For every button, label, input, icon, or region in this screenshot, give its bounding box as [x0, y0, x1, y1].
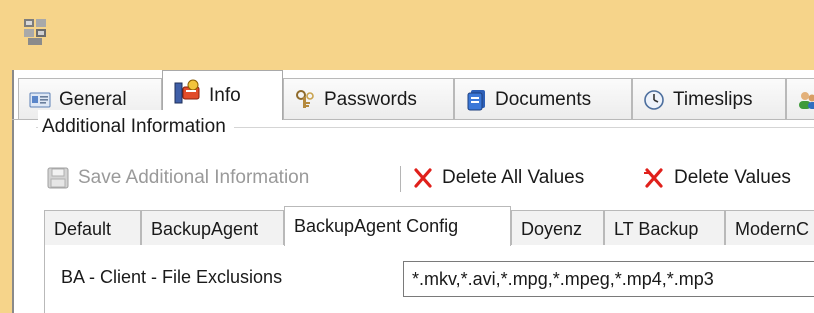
- tab-general-label: General: [59, 88, 127, 110]
- subtab-lt-backup-label: LT Backup: [614, 219, 699, 239]
- delete-values-label: Delete Values: [674, 167, 791, 188]
- sub-tab-strip: Default BackupAgent BackupAgent Config D…: [44, 206, 814, 246]
- save-icon: [47, 167, 69, 189]
- tab-contacts[interactable]: [786, 78, 814, 120]
- tab-documents-label: Documents: [495, 88, 592, 110]
- subtab-modernc[interactable]: ModernC: [725, 210, 814, 246]
- delete-all-values-button[interactable]: Delete All Values: [412, 158, 584, 198]
- subtab-backupagent[interactable]: BackupAgent: [141, 210, 284, 246]
- toolbar: Save Additional Information Delete All V…: [36, 158, 814, 198]
- subtab-lt-backup[interactable]: LT Backup: [604, 210, 725, 246]
- users-icon: [799, 91, 814, 109]
- tab-timeslips[interactable]: Timeslips: [632, 78, 786, 120]
- subtab-doyenz-label: Doyenz: [521, 219, 583, 239]
- save-button-label: Save Additional Information: [78, 167, 310, 188]
- general-card-icon: [29, 92, 51, 107]
- tab-passwords[interactable]: Passwords: [283, 78, 454, 120]
- subtab-doyenz[interactable]: Doyenz: [511, 210, 604, 246]
- delete-all-values-label: Delete All Values: [442, 167, 585, 188]
- window-edge: [0, 70, 12, 313]
- subtab-default-label: Default: [54, 219, 112, 239]
- tab-timeslips-label: Timeslips: [673, 88, 753, 110]
- title-bar: [0, 0, 814, 70]
- group-title: Additional Information: [38, 110, 234, 144]
- info-icon: [174, 79, 200, 103]
- subtab-backupagent-label: BackupAgent: [151, 219, 259, 239]
- delete-selected-x-icon: [644, 168, 663, 188]
- file-exclusions-label: BA - Client - File Exclusions: [61, 267, 283, 287]
- tab-documents[interactable]: Documents: [454, 78, 632, 120]
- subtab-default[interactable]: Default: [44, 210, 141, 246]
- keys-icon: [296, 89, 314, 108]
- file-exclusions-field[interactable]: [403, 261, 814, 297]
- toolbar-separator: [400, 166, 401, 192]
- delete-values-button[interactable]: Delete Values: [642, 158, 791, 198]
- subtab-backupagent-config[interactable]: BackupAgent Config: [284, 206, 511, 246]
- clock-icon: [644, 89, 664, 110]
- delete-x-icon: [414, 168, 432, 188]
- save-button[interactable]: Save Additional Information: [46, 158, 309, 198]
- documents-icon: [467, 89, 485, 110]
- tab-passwords-label: Passwords: [324, 88, 417, 110]
- app-icon[interactable]: [22, 18, 48, 46]
- subtab-modernc-label: ModernC: [735, 219, 810, 239]
- tab-info-label: Info: [209, 84, 241, 106]
- property-panel: BA - Client - File Exclusions: [44, 245, 814, 313]
- subtab-backupagent-config-label: BackupAgent Config: [294, 216, 459, 236]
